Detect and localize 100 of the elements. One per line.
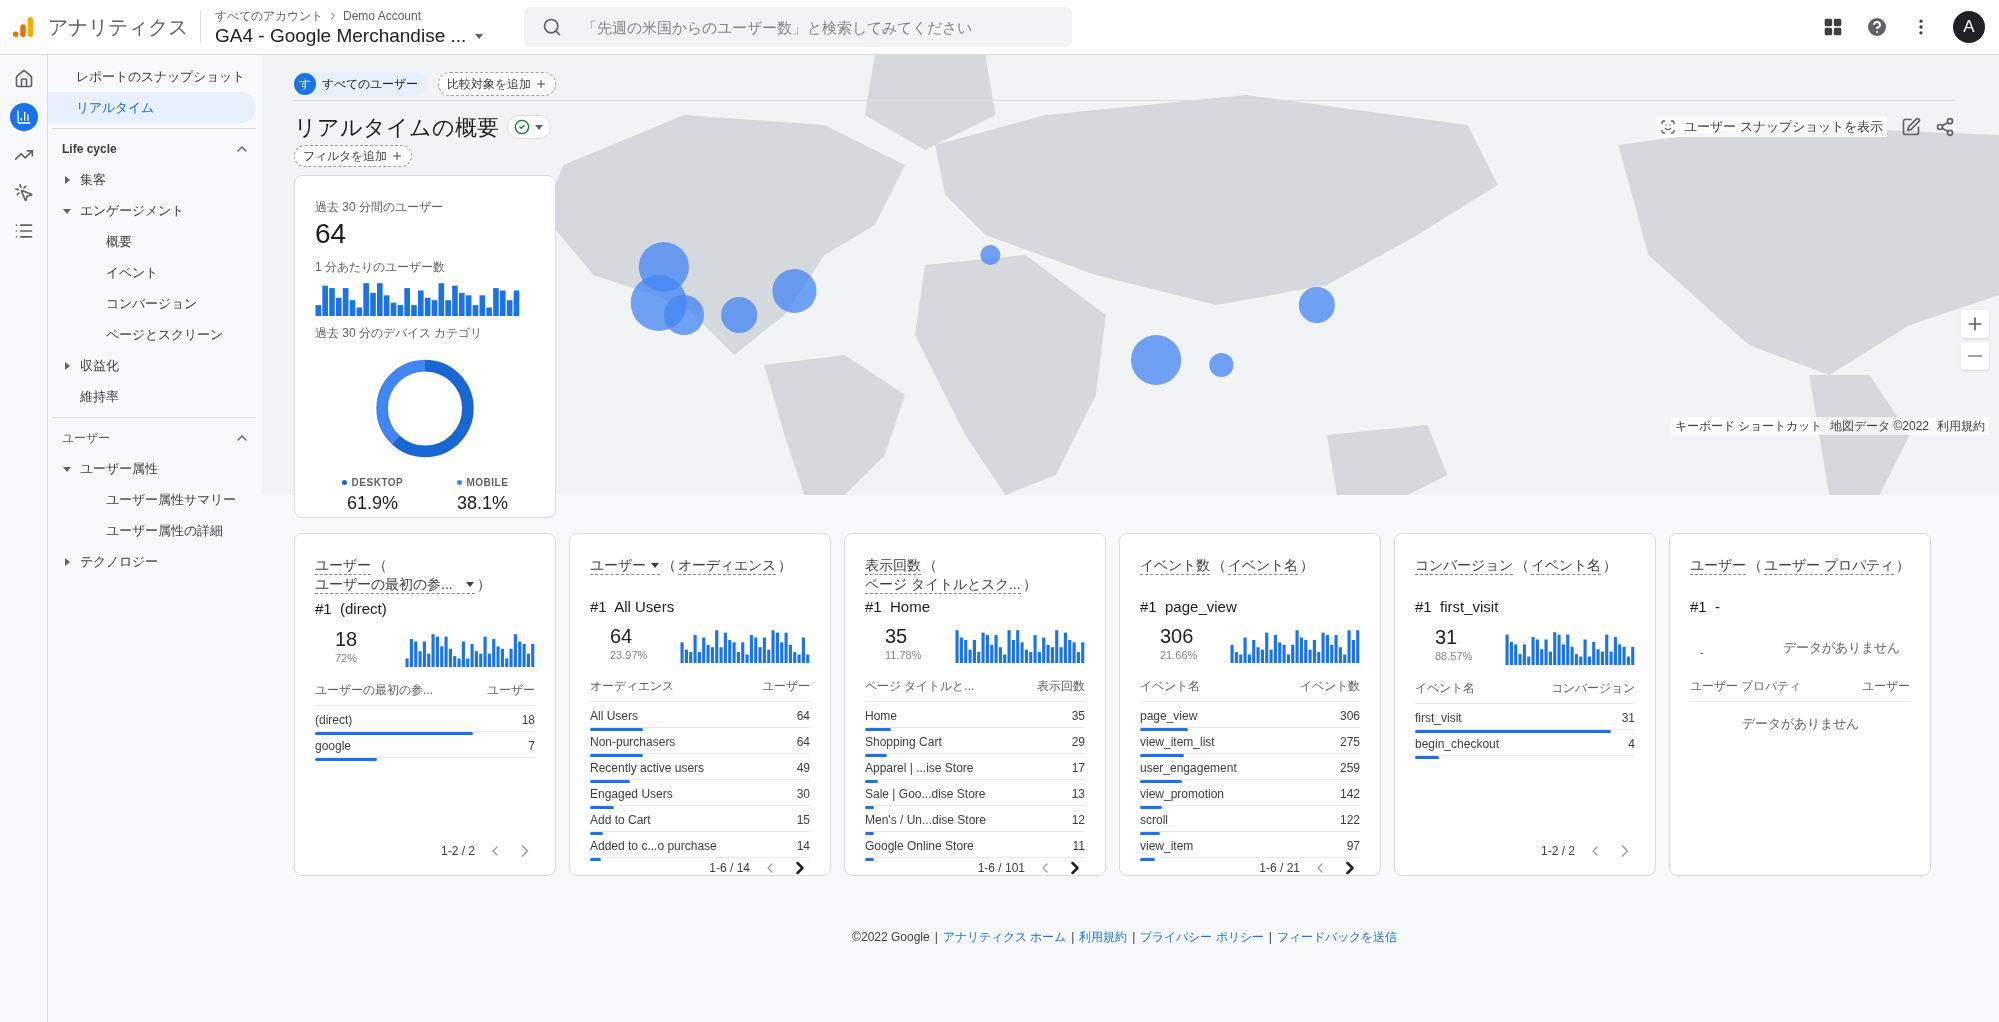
nav-item[interactable]: ページとスクリーン [52,319,256,350]
dimension-selector[interactable]: イベント名 [1228,556,1298,575]
page-count: 1-6 / 14 [709,860,750,877]
top-percent: 23.97% [610,647,648,663]
footer-link[interactable]: アナリティクス ホーム [942,928,1067,946]
table-cell-text: Home [865,708,897,725]
bracket: （ [373,557,387,573]
table-cell-text: view_item [1140,838,1194,855]
nav-item[interactable]: ユーザー属性の詳細 [52,515,256,546]
section-header[interactable]: ユーザー [52,423,256,453]
add-comparison-button[interactable]: 比較対象を追加 [438,72,556,96]
column-header: オーディエンス [590,678,674,695]
table-cell-text: first_visit [1415,709,1462,727]
dimension-selector[interactable]: ユーザー プロパティ [1764,556,1894,575]
nav-item[interactable]: エンゲージメント [52,195,256,226]
legend-label: MOBILE [466,476,509,490]
column-header: ユーザー [1862,677,1910,695]
table-cell-text: 259 [1339,760,1360,777]
table-cell-text: Shopping Cart [865,734,942,751]
metric-selector[interactable]: イベント数 [1140,556,1210,575]
caret-icon [62,174,72,185]
map-attribution[interactable]: 利用規約 [1937,417,1985,435]
bracket: （ [923,557,937,573]
metric-selector[interactable]: ユーザー [590,556,660,575]
segment-chip[interactable]: す すべてのユーザー [294,72,428,96]
add-filter-button[interactable]: フィルタを追加 [294,145,412,167]
nav-item[interactable]: ユーザー属性サマリー [52,484,256,515]
top-value: 18 [335,628,358,650]
zoom-out-button[interactable] [1961,342,1989,370]
table-cell-text: All Users [590,708,638,725]
snapshot-button[interactable]: ユーザー スナップショットを表示 [1656,117,1887,137]
caret-icon [62,556,72,567]
column-header: ユーザー プロパティ [1690,677,1802,695]
table-cell-text: 4 [1628,735,1635,753]
bracket: ） [1300,557,1314,573]
share-icon[interactable] [1935,117,1955,137]
table-cell-text: view_promotion [1140,786,1225,803]
table-cell-text: google [315,737,352,755]
empty-message: データがありません [1740,714,1860,733]
nav-item[interactable]: テクノロジー [52,546,256,577]
table-cell-text: 122 [1339,812,1360,829]
property-selector[interactable]: GA4 - Google Merchandise ... [215,25,485,47]
top-item: #1 first_visit [1415,597,1500,617]
section-header[interactable]: Life cycle [52,134,256,164]
legend-value: 61.9% [346,492,398,515]
edit-icon[interactable] [1901,117,1921,137]
nav-item[interactable]: レポートのスナップショット [48,61,256,92]
status-dropdown[interactable] [507,115,551,139]
map-attribution[interactable]: 地図データ ©2022 [1830,417,1929,435]
footer-link[interactable]: プライバシー ポリシー [1140,928,1264,946]
help-icon[interactable] [1865,15,1889,39]
separator: | [1132,929,1136,946]
table-cell-text: Men's / Un...dise Store [865,812,986,829]
dimension-selector[interactable]: ユーザーの最初の参... [315,575,475,594]
table-cell-text: 35 [1071,708,1085,725]
separator: | [1071,929,1075,946]
table-cell-text: Apparel | ...ise Store [865,760,974,777]
page-count: 1-6 / 21 [1259,860,1300,877]
nav-item[interactable]: 維持率 [52,381,256,412]
legend-label: DESKTOP [351,476,404,490]
nav-item[interactable]: リアルタイム [48,92,256,123]
apps-icon[interactable] [1823,17,1843,37]
search-field[interactable]: 「先週の米国からのユーザー数」と検索してみてください [524,7,1073,47]
nav-item[interactable]: イベント [52,257,256,288]
metric-selector[interactable]: 表示回数 [865,556,921,575]
table-cell-text: 17 [1071,760,1085,777]
dimension-selector[interactable]: ページ タイトルとスク... [865,575,1021,594]
table-cell-text: begin_checkout [1415,735,1500,753]
table-cell-text: 13 [1071,786,1085,803]
top-percent: 11.78% [885,647,922,663]
top-item: #1 All Users [590,597,676,617]
metric-selector[interactable]: コンバージョン [1415,556,1513,575]
column-header: コンバージョン [1551,679,1635,697]
table-cell-text: (direct) [315,711,353,729]
metric-selector[interactable]: ユーザー [1690,556,1746,575]
nav-item[interactable]: 概要 [52,226,256,257]
map-attribution[interactable]: キーボード ショートカット [1674,417,1823,435]
breadcrumb-link[interactable]: Demo Account [343,7,422,25]
dimension-selector[interactable]: オーディエンス [678,556,776,575]
footer-link[interactable]: 利用規約 [1079,928,1128,946]
table-cell-text: Recently active users [590,760,705,777]
nav-item[interactable]: ユーザー属性 [52,453,256,484]
table-cell-text: Add to Cart [590,812,651,829]
search-icon [542,17,563,37]
metric-selector[interactable]: ユーザー [315,556,371,575]
avatar[interactable]: A [1953,11,1985,43]
top-value: 35 [885,624,909,647]
zoom-in-button[interactable] [1961,310,1989,338]
nav-item[interactable]: 収益化 [52,350,256,381]
nav-item[interactable]: 集客 [52,164,256,195]
caret-icon [62,360,72,371]
nav-item[interactable]: コンバージョン [52,288,256,319]
table-cell-text: view_item_list [1140,734,1215,751]
dimension-selector[interactable]: イベント名 [1531,556,1601,575]
breadcrumb-link[interactable]: すべてのアカウント [215,7,323,25]
footer-link[interactable]: フィードバックを送信 [1276,928,1397,946]
page-count: 1-2 / 2 [1540,843,1575,860]
rail-button[interactable] [9,103,38,131]
table-cell-text: Google Online Store [865,838,974,855]
column-header: ユーザーの最初の参... [315,681,433,699]
